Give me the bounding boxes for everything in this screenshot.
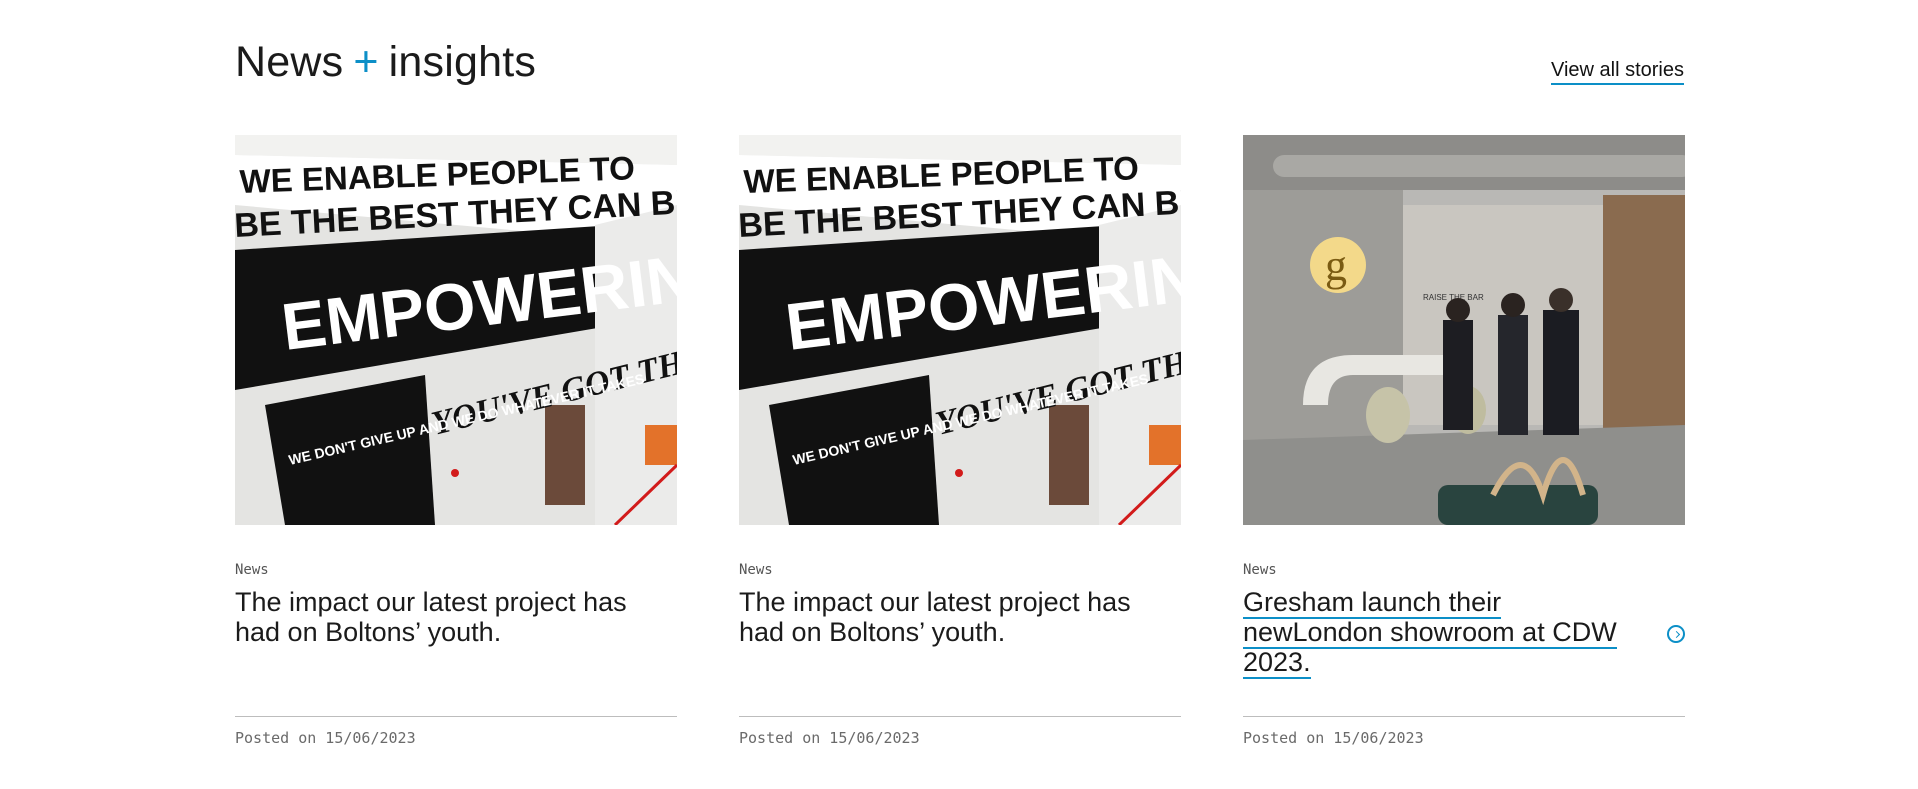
- card-category: News: [235, 562, 269, 578]
- card-headline[interactable]: The impact our latest project has had on…: [739, 587, 1139, 647]
- card-image-showroom[interactable]: g RAISE THE BAR: [1243, 135, 1685, 525]
- card-posted-date: Posted on 15/06/2023: [235, 729, 416, 747]
- section-title-insights: insights: [388, 38, 537, 86]
- news-card[interactable]: g RAISE THE BAR News Gresham launch thei…: [1243, 135, 1685, 755]
- card-image-mural[interactable]: WE ENABLE PEOPLE TO BE THE BEST THEY CAN…: [739, 135, 1181, 525]
- card-category: News: [1243, 562, 1277, 578]
- news-card[interactable]: WE ENABLE PEOPLE TO BE THE BEST THEY CAN…: [235, 135, 677, 755]
- view-all-stories-link[interactable]: View all stories: [1550, 58, 1684, 85]
- card-headline-text[interactable]: Gresham launch their newLondon showroom …: [1243, 587, 1617, 679]
- section-title-plus: +: [353, 38, 379, 86]
- card-posted-date: Posted on 15/06/2023: [739, 729, 920, 747]
- section-title: News + insights: [235, 36, 536, 88]
- section-title-news: News: [235, 38, 344, 86]
- card-divider: [739, 716, 1181, 717]
- card-headline-link[interactable]: Gresham launch their newLondon showroom …: [1243, 587, 1643, 679]
- news-card[interactable]: WE ENABLE PEOPLE TO BE THE BEST THEY CAN…: [739, 135, 1181, 755]
- card-divider: [235, 716, 677, 717]
- news-cards: WE ENABLE PEOPLE TO BE THE BEST THEY CAN…: [235, 135, 1686, 755]
- svg-text:g: g: [1325, 241, 1347, 290]
- section-header: News + insights View all stories: [235, 36, 1684, 96]
- card-posted-date: Posted on 15/06/2023: [1243, 729, 1424, 747]
- card-divider: [1243, 716, 1685, 717]
- card-category: News: [739, 562, 773, 578]
- chevron-right-circle-icon[interactable]: [1667, 625, 1685, 643]
- card-image-mural[interactable]: WE ENABLE PEOPLE TO BE THE BEST THEY CAN…: [235, 135, 677, 525]
- card-headline[interactable]: The impact our latest project has had on…: [235, 587, 635, 647]
